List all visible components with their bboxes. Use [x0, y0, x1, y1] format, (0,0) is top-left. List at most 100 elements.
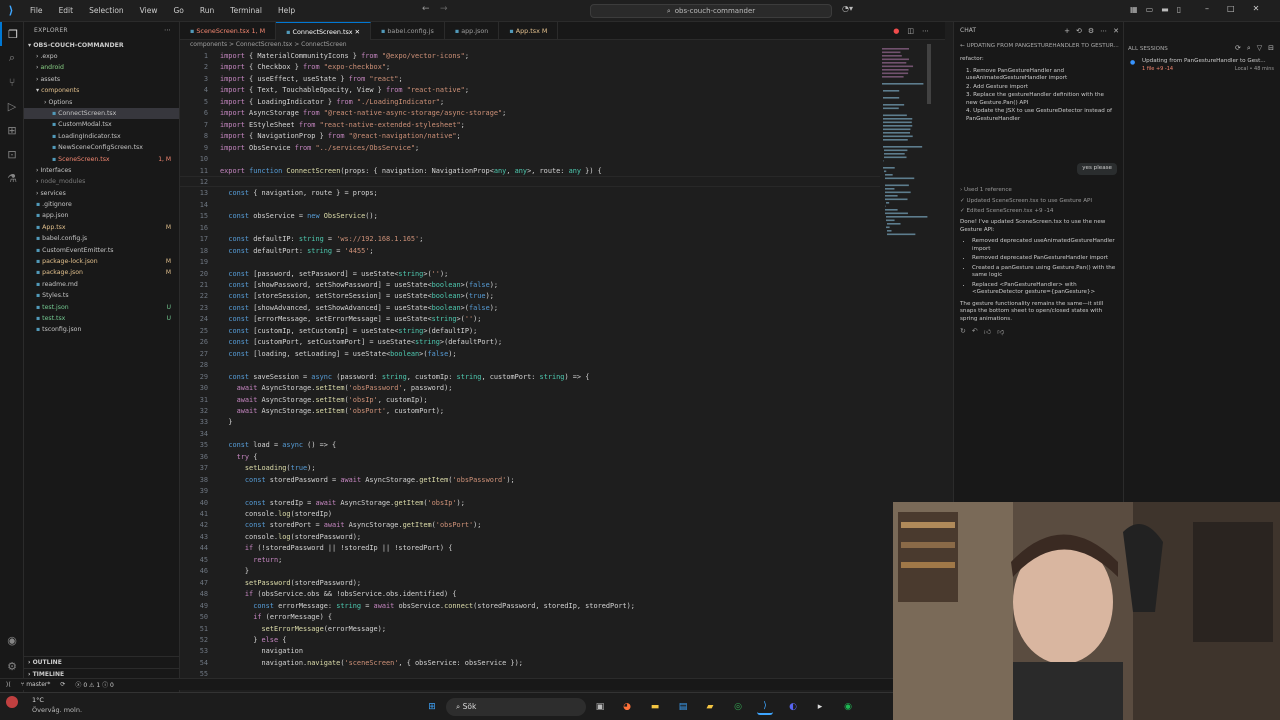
menu-go[interactable]: Go	[165, 0, 191, 22]
folder-item[interactable]: › services	[24, 188, 179, 199]
nav-back-icon[interactable]: ←	[422, 4, 430, 14]
tab-close-icon[interactable]: ✕	[353, 28, 360, 36]
minimize-icon[interactable]: –	[1205, 4, 1209, 13]
retry-icon[interactable]: ↻	[960, 327, 966, 336]
file-item[interactable]: ▪ .gitignore	[24, 199, 179, 210]
folder-icon[interactable]: ▰	[702, 699, 718, 715]
file-item[interactable]: ▪ tsconfig.json	[24, 324, 179, 335]
remote-icon[interactable]: ⟩⟨	[6, 681, 11, 688]
file-item[interactable]: ▪ package.json M	[24, 267, 179, 278]
minimap[interactable]	[882, 48, 932, 248]
folder-item[interactable]: › Interfaces	[24, 165, 179, 176]
remote-explorer-icon[interactable]: ⊡	[0, 142, 24, 166]
folder-item[interactable]: › node_modules	[24, 176, 179, 187]
file-item[interactable]: ▪ Styles.ts	[24, 290, 179, 301]
chat-close-icon[interactable]: ✕	[1113, 27, 1119, 35]
chrome-icon[interactable]: ◎	[730, 699, 746, 715]
editor-tab[interactable]: ▪ SceneScreen.tsx 1, M	[180, 22, 277, 40]
breadcrumb[interactable]: components > ConnectScreen.tsx > Connect…	[180, 40, 945, 50]
nav-forward-icon[interactable]: →	[440, 4, 448, 14]
updated-note[interactable]: ✓ Updated SceneScreen.tsx to use Gesture…	[960, 198, 1117, 206]
run-debug-icon[interactable]: ▷	[0, 94, 24, 118]
file-item[interactable]: ▪ readme.md	[24, 279, 179, 290]
menu-file[interactable]: File	[22, 0, 51, 22]
toggle-secondary-sidebar-icon[interactable]: ▯	[1177, 5, 1181, 14]
toggle-sidebar-icon[interactable]: ▭	[1146, 5, 1154, 14]
taskbar-search[interactable]: ⌕ Sök	[446, 698, 586, 716]
extensions-icon[interactable]: ⊞	[0, 118, 24, 142]
more-actions-icon[interactable]: ⋯	[164, 26, 171, 34]
menu-selection[interactable]: Selection	[81, 0, 132, 22]
menu-help[interactable]: Help	[270, 0, 303, 22]
menu-view[interactable]: View	[132, 0, 166, 22]
editor-tab[interactable]: ▪ ConnectScreen.tsx ✕	[276, 22, 371, 40]
thumbs-up-icon[interactable]: 👍︎	[984, 327, 991, 336]
menu-terminal[interactable]: Terminal	[222, 0, 270, 22]
settings-gear-icon[interactable]: ⚙	[0, 654, 24, 678]
accounts-icon[interactable]: ◉	[0, 628, 24, 652]
branch-indicator[interactable]: ⑂ master*	[21, 681, 51, 688]
toggle-panel-icon[interactable]: ▬	[1161, 5, 1169, 14]
close-icon[interactable]: ✕	[1253, 4, 1260, 13]
file-explorer-icon[interactable]: ▬	[647, 699, 663, 715]
file-item[interactable]: ▪ LoadingIndicator.tsx	[24, 131, 179, 142]
filter-icon[interactable]: ▽	[1257, 44, 1262, 53]
editor-more-icon[interactable]: ⋯	[922, 27, 929, 35]
folder-item[interactable]: › Options	[24, 97, 179, 108]
file-item[interactable]: ▪ App.tsx M	[24, 222, 179, 233]
menu-run[interactable]: Run	[192, 0, 222, 22]
file-item[interactable]: ▪ CustomEventEmitter.ts	[24, 245, 179, 256]
history-icon[interactable]: ⟲	[1076, 27, 1082, 35]
terminal-icon[interactable]: ▸	[812, 699, 828, 715]
explorer-icon[interactable]: ❐	[0, 22, 24, 46]
copilot-icon[interactable]: ◔▾	[842, 4, 853, 13]
task-view-icon[interactable]: ▣	[592, 699, 608, 715]
folder-item[interactable]: › assets	[24, 74, 179, 85]
outline-section[interactable]: › OUTLINE	[24, 656, 180, 668]
store-icon[interactable]: ▤	[675, 699, 691, 715]
edited-note[interactable]: ✓ Edited SceneScreen.tsx +9 -14	[960, 208, 1117, 216]
search-sessions-icon[interactable]: ⌕	[1247, 44, 1251, 53]
thumbs-down-icon[interactable]: 👎︎	[997, 327, 1004, 336]
session-item[interactable]: ● Updating from PanGestureHandler to Ges…	[1124, 56, 1280, 75]
editor-tab[interactable]: ▪ app.json	[445, 22, 500, 40]
new-chat-icon[interactable]: +	[1064, 27, 1070, 35]
used-reference[interactable]: › Used 1 reference	[960, 187, 1117, 195]
file-item[interactable]: ▪ app.json	[24, 210, 179, 221]
vscode-taskbar-icon[interactable]: ⟩	[757, 699, 773, 715]
maximize-icon[interactable]: □	[1227, 4, 1235, 13]
search-view-icon[interactable]: ⌕	[0, 46, 24, 70]
editor-tab[interactable]: ▪ App.tsx M	[499, 22, 559, 40]
chat-more-icon[interactable]: ⋯	[1100, 27, 1107, 35]
refresh-icon[interactable]: ⟳	[1235, 44, 1241, 53]
weather-icon[interactable]	[6, 696, 18, 708]
chat-settings-icon[interactable]: ⚙	[1088, 27, 1094, 35]
file-item[interactable]: ▪ package-lock.json M	[24, 256, 179, 267]
testing-icon[interactable]: ⚗	[0, 166, 24, 190]
debug-icon[interactable]: ●	[893, 27, 899, 35]
undo-icon[interactable]: ↶	[972, 327, 978, 336]
file-item[interactable]: ▪ NewSceneConfigScreen.tsx	[24, 142, 179, 153]
file-item[interactable]: ▪ babel.config.js	[24, 233, 179, 244]
file-item[interactable]: ▪ CustomModal.tsx	[24, 119, 179, 130]
collapse-icon[interactable]: ⊟	[1268, 44, 1274, 53]
file-item[interactable]: ▪ test.json U	[24, 302, 179, 313]
chat-session-title[interactable]: ← UPDATING FROM PANGESTUREHANDLER TO GES…	[954, 40, 1123, 52]
file-item[interactable]: ▪ ConnectScreen.tsx	[24, 107, 179, 120]
firefox-icon[interactable]: ◕	[619, 699, 635, 715]
command-center-search[interactable]: ⌕ obs-couch-commander	[590, 4, 832, 18]
spotify-icon[interactable]: ◉	[840, 699, 856, 715]
folder-item[interactable]: › .expo	[24, 51, 179, 62]
windows-start-icon[interactable]: ⊞	[424, 699, 440, 715]
project-root[interactable]: ▾ OBS-COUCH-COMMANDER	[24, 40, 179, 51]
split-editor-icon[interactable]: ◫	[907, 27, 914, 35]
sync-icon[interactable]: ⟳	[60, 681, 65, 688]
file-item[interactable]: ▪ SceneScreen.tsx 1, M	[24, 154, 179, 165]
folder-item[interactable]: ▾ components	[24, 85, 179, 96]
source-control-icon[interactable]: ⑂	[0, 70, 24, 94]
file-item[interactable]: ▪ test.tsx U	[24, 313, 179, 324]
editor-tab[interactable]: ▪ babel.config.js	[371, 22, 445, 40]
discord-icon[interactable]: ◐	[785, 699, 801, 715]
problems-indicator[interactable]: ⓧ 0 ⚠ 1 ⓘ 0	[75, 680, 113, 689]
menu-edit[interactable]: Edit	[51, 0, 82, 22]
